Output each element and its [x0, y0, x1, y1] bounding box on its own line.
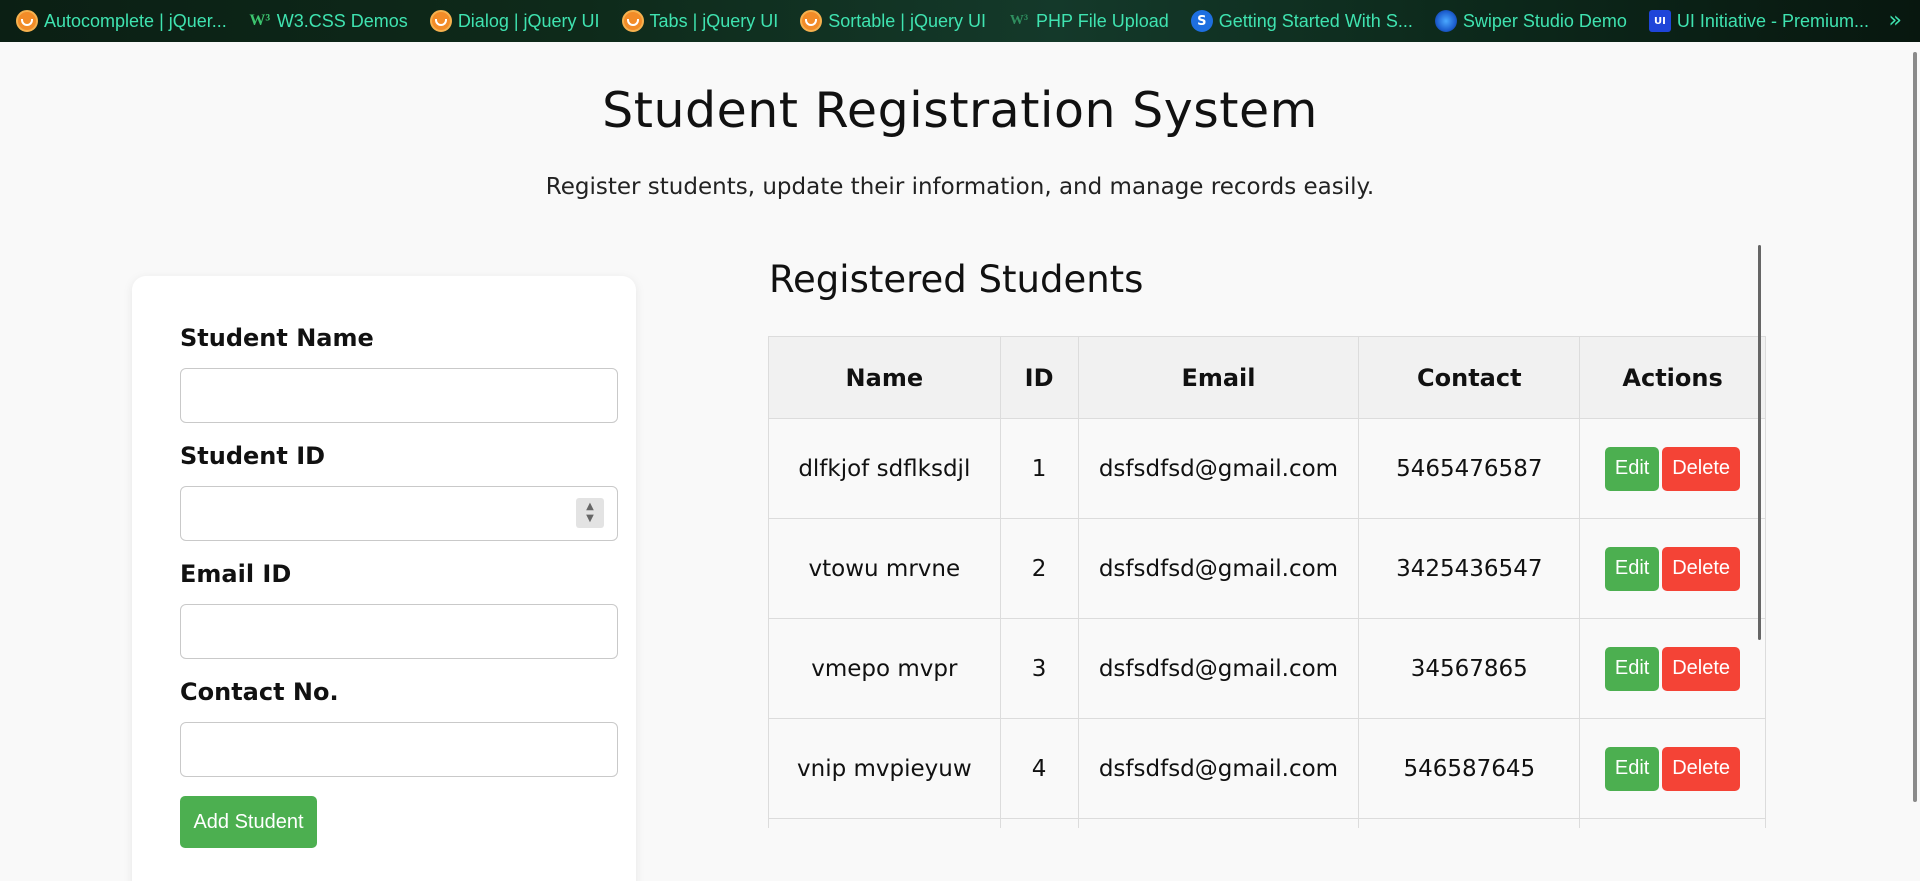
cell-id: 2	[999, 518, 1079, 619]
w3-icon: W³	[249, 12, 271, 29]
bookmark-label: Dialog | jQuery UI	[457, 10, 600, 31]
bookmark-label: UI Initiative - Premium...	[1676, 10, 1869, 31]
cell-contact: 546587645	[1358, 718, 1581, 819]
bookmark-item[interactable]: Swiper Studio Demo	[1434, 0, 1627, 42]
bookmarks-bar: Autocomplete | jQuer... W³ W3.CSS Demos …	[0, 0, 1920, 42]
cell-actions: Edit Delete	[1579, 518, 1766, 619]
cell-actions: Edit Delete	[1579, 418, 1766, 519]
cell-name: dlfkjof sdflksdjl	[768, 418, 1001, 519]
cell-contact: 34567865	[1358, 618, 1581, 719]
delete-button[interactable]: Delete	[1662, 546, 1741, 591]
page-scrollbar[interactable]	[1913, 52, 1917, 802]
bookmark-label: Getting Started With S...	[1218, 10, 1413, 31]
s-icon: S	[1190, 10, 1213, 32]
students-table: Name ID Email Contact Actions dlfkjof sd…	[768, 336, 1766, 828]
table-row: vtowu mrvne 2 dsfsdfsd@gmail.com 3425436…	[768, 518, 1766, 619]
delete-button[interactable]: Delete	[1662, 446, 1741, 491]
delete-button[interactable]: Delete	[1662, 646, 1741, 691]
bookmark-item[interactable]: Autocomplete | jQuer...	[16, 0, 227, 42]
column-header-actions: Actions	[1579, 336, 1766, 419]
cell-name: vtowu mrvne	[768, 518, 1001, 619]
student-id-label: Student ID	[180, 442, 326, 470]
bookmark-label: Sortable | jQuery UI	[828, 10, 987, 31]
cell-email: dsfsdfsd@gmail.com	[1077, 718, 1360, 819]
cell-contact: 3425436547	[1358, 518, 1581, 619]
column-header-email: Email	[1077, 336, 1360, 419]
chevron-double-right-icon[interactable]: »	[1889, 8, 1902, 33]
jquery-icon	[800, 10, 823, 32]
cell-id: 4	[999, 718, 1079, 819]
jquery-icon	[429, 10, 452, 32]
bookmark-item[interactable]: W³ W3.CSS Demos	[249, 0, 408, 42]
edit-button[interactable]: Edit	[1605, 546, 1660, 591]
contact-label: Contact No.	[180, 678, 339, 706]
table-row: vnip mvpieyuw 4 dsfsdfsd@gmail.com 54658…	[768, 718, 1766, 819]
registration-form: Student Name Student ID ▲ ▼ Email ID Con…	[132, 276, 636, 881]
email-label: Email ID	[180, 560, 292, 588]
cell-email: dsfsdfsd@gmail.com	[1077, 618, 1360, 719]
edit-button[interactable]: Edit	[1605, 446, 1660, 491]
edit-button[interactable]: Edit	[1605, 746, 1660, 791]
table-row: dlfkjof sdflksdjl 1 dsfsdfsd@gmail.com 5…	[768, 418, 1766, 519]
student-name-input[interactable]	[180, 368, 618, 423]
page-subtitle: Register students, update their informat…	[545, 174, 1375, 200]
bookmark-label: PHP File Upload	[1036, 10, 1169, 31]
table-scrollbar[interactable]	[1758, 245, 1761, 640]
jquery-icon	[16, 10, 38, 32]
bookmark-label: Tabs | jQuery UI	[649, 10, 779, 31]
ui-icon: UI	[1648, 10, 1671, 32]
bookmark-label: Swiper Studio Demo	[1462, 10, 1627, 31]
cell-id: 3	[999, 618, 1079, 719]
column-header-id: ID	[999, 336, 1079, 419]
bookmark-item[interactable]: S Getting Started With S...	[1190, 0, 1413, 42]
cell-id: 1	[999, 418, 1079, 519]
add-student-button[interactable]: Add Student	[180, 796, 317, 848]
students-table-container[interactable]: Name ID Email Contact Actions dlfkjof sd…	[768, 336, 1766, 828]
cell-contact	[1358, 818, 1581, 828]
bookmark-item[interactable]: Sortable | jQuery UI	[800, 0, 986, 42]
table-title: Registered Students	[769, 258, 1144, 301]
cell-actions: Edit Delete	[1579, 718, 1766, 819]
bookmark-label: W3.CSS Demos	[276, 10, 408, 31]
table-row	[768, 818, 1766, 828]
cell-email: dsfsdfsd@gmail.com	[1077, 518, 1360, 619]
cell-actions	[1579, 818, 1766, 828]
page-title: Student Registration System	[602, 82, 1318, 139]
chevron-up-icon: ▲	[586, 501, 594, 512]
student-id-input[interactable]	[180, 486, 618, 541]
cell-contact: 5465476587	[1358, 418, 1581, 519]
swiper-icon	[1434, 10, 1457, 32]
column-header-contact: Contact	[1358, 336, 1581, 419]
table-row: vmepo mvpr 3 dsfsdfsd@gmail.com 34567865…	[768, 618, 1766, 719]
contact-input[interactable]	[180, 722, 618, 777]
edit-button[interactable]: Edit	[1605, 646, 1660, 691]
cell-name: vmepo mvpr	[768, 618, 1001, 719]
cell-actions: Edit Delete	[1579, 618, 1766, 719]
number-spinner[interactable]: ▲ ▼	[576, 498, 604, 528]
cell-name: vnip mvpieyuw	[768, 718, 1001, 819]
bookmark-item[interactable]: UI UI Initiative - Premium...	[1648, 0, 1869, 42]
student-name-label: Student Name	[180, 324, 374, 352]
cell-email	[1077, 818, 1360, 828]
student-id-field: ▲ ▼	[132, 486, 636, 541]
chevron-down-icon: ▼	[586, 513, 594, 524]
email-input[interactable]	[180, 604, 618, 659]
jquery-icon	[621, 10, 644, 32]
bookmark-label: Autocomplete | jQuer...	[44, 10, 227, 31]
delete-button[interactable]: Delete	[1662, 746, 1741, 791]
bookmark-item[interactable]: Dialog | jQuery UI	[429, 0, 600, 42]
cell-id	[999, 818, 1079, 828]
cell-email: dsfsdfsd@gmail.com	[1077, 418, 1360, 519]
table-header-row: Name ID Email Contact Actions	[768, 336, 1766, 419]
php-icon: W³	[1009, 13, 1029, 28]
cell-name	[768, 818, 1001, 828]
column-header-name: Name	[768, 336, 1001, 419]
bookmark-item[interactable]: W³ PHP File Upload	[1008, 0, 1169, 42]
bookmark-item[interactable]: Tabs | jQuery UI	[621, 0, 779, 42]
